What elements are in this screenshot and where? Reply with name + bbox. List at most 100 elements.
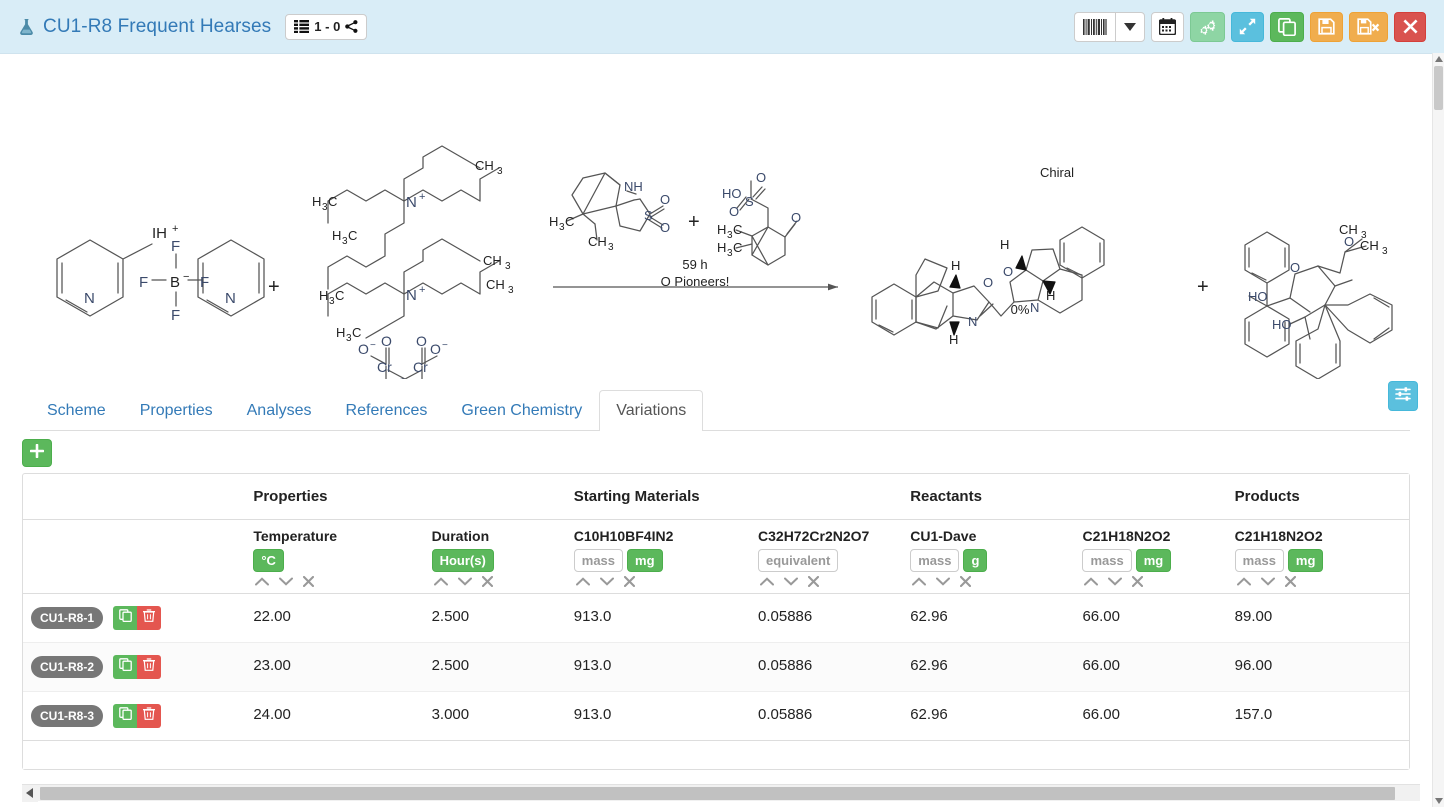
- chevron-up-icon[interactable]: [1084, 577, 1098, 586]
- remove-x-icon[interactable]: [808, 576, 819, 587]
- tab-variations[interactable]: Variations: [599, 390, 703, 431]
- tab-references[interactable]: References: [329, 390, 445, 431]
- svg-text:O: O: [1003, 264, 1013, 279]
- svg-text:CH: CH: [1339, 222, 1358, 237]
- cell-temperature[interactable]: 22.00: [245, 594, 423, 643]
- unit-toggle-g[interactable]: g: [963, 549, 987, 572]
- cell-c32h72cr2n2o7[interactable]: 0.05886: [750, 643, 902, 692]
- chevron-down-icon[interactable]: [279, 577, 293, 586]
- table-row[interactable]: CU1-R8-2: [23, 643, 1409, 692]
- unit-toggle-mass[interactable]: mass: [1235, 549, 1284, 572]
- cell-c21h18n2o2-reactant[interactable]: 66.00: [1074, 692, 1226, 741]
- unit-toggle-mass[interactable]: mass: [1082, 549, 1131, 572]
- unit-toggle-celsius[interactable]: °C: [253, 549, 284, 572]
- cell-c32h72cr2n2o7[interactable]: 0.05886: [750, 692, 902, 741]
- delete-row-button[interactable]: [137, 655, 161, 679]
- chevron-down-icon[interactable]: [1261, 577, 1275, 586]
- svg-text:H: H: [1046, 288, 1055, 303]
- cell-duration[interactable]: 3.000: [424, 692, 566, 741]
- unit-toggle-equivalent[interactable]: equivalent: [758, 549, 838, 572]
- row-label-cell: CU1-R8-1: [23, 594, 245, 643]
- cell-c10h10bf4in2[interactable]: 913.0: [566, 692, 750, 741]
- cell-c10h10bf4in2[interactable]: 913.0: [566, 594, 750, 643]
- cell-c21h18n2o2-product[interactable]: 157.0: [1227, 692, 1409, 741]
- unit-toggle-hours[interactable]: Hour(s): [432, 549, 494, 572]
- cell-cu1-dave[interactable]: 62.96: [902, 643, 1074, 692]
- settings-button[interactable]: [1190, 12, 1225, 42]
- copy-icon: [119, 707, 132, 725]
- chevron-down-icon[interactable]: [600, 577, 614, 586]
- chevron-up-icon[interactable]: [434, 577, 448, 586]
- horizontal-scroll-thumb[interactable]: [40, 787, 1395, 800]
- chevron-up-icon[interactable]: [912, 577, 926, 586]
- chevron-up-icon[interactable]: [760, 577, 774, 586]
- duplicate-row-button[interactable]: [113, 606, 137, 630]
- fullscreen-button[interactable]: [1231, 12, 1264, 42]
- cell-c21h18n2o2-reactant[interactable]: 66.00: [1074, 594, 1226, 643]
- remove-x-icon[interactable]: [1285, 576, 1296, 587]
- calendar-button[interactable]: [1151, 12, 1184, 42]
- chevron-up-icon[interactable]: [255, 577, 269, 586]
- delete-row-button[interactable]: [137, 606, 161, 630]
- tab-properties[interactable]: Properties: [123, 390, 230, 431]
- save-button[interactable]: [1310, 12, 1343, 42]
- scroll-down-arrow-icon[interactable]: [1433, 795, 1444, 807]
- chevron-up-icon[interactable]: [576, 577, 590, 586]
- unit-toggle-mg[interactable]: mg: [1136, 549, 1172, 572]
- svg-text:O: O: [756, 170, 766, 185]
- cell-c21h18n2o2-product[interactable]: 89.00: [1227, 594, 1409, 643]
- svg-text:C: C: [565, 214, 574, 229]
- cell-c10h10bf4in2[interactable]: 913.0: [566, 643, 750, 692]
- chevron-down-icon[interactable]: [1108, 577, 1122, 586]
- chevron-down-icon[interactable]: [784, 577, 798, 586]
- tab-scheme[interactable]: Scheme: [30, 390, 123, 431]
- cell-duration[interactable]: 2.500: [424, 643, 566, 692]
- tab-analyses[interactable]: Analyses: [230, 390, 329, 431]
- remove-x-icon[interactable]: [624, 576, 635, 587]
- scroll-left-arrow-icon[interactable]: [22, 785, 38, 802]
- sample-count-badge[interactable]: 1 - 0: [285, 14, 367, 40]
- svg-text:CH: CH: [486, 277, 505, 292]
- barcode-button[interactable]: [1074, 12, 1115, 42]
- table-column-header-row: Temperature °C Duration: [23, 520, 1409, 594]
- cell-temperature[interactable]: 23.00: [245, 643, 423, 692]
- remove-x-icon[interactable]: [482, 576, 493, 587]
- duplicate-row-button[interactable]: [113, 655, 137, 679]
- tab-green-chemistry[interactable]: Green Chemistry: [444, 390, 599, 431]
- copy-button[interactable]: [1270, 12, 1304, 42]
- table-settings-button[interactable]: [1388, 381, 1418, 411]
- scroll-up-arrow-icon[interactable]: [1433, 53, 1444, 65]
- save-and-close-button[interactable]: [1349, 12, 1388, 42]
- remove-x-icon[interactable]: [960, 576, 971, 587]
- chevron-down-icon[interactable]: [936, 577, 950, 586]
- table-row[interactable]: CU1-R8-1: [23, 594, 1409, 643]
- column-name: C21H18N2O2: [1082, 528, 1226, 544]
- remove-x-icon[interactable]: [1132, 576, 1143, 587]
- svg-text:H: H: [312, 194, 321, 209]
- table-row[interactable]: CU1-R8-3: [23, 692, 1409, 741]
- unit-toggle-mg[interactable]: mg: [1288, 549, 1324, 572]
- unit-toggle-mass[interactable]: mass: [910, 549, 959, 572]
- cell-cu1-dave[interactable]: 62.96: [902, 692, 1074, 741]
- unit-toggle-mg[interactable]: mg: [627, 549, 663, 572]
- vertical-scroll-thumb[interactable]: [1434, 66, 1443, 110]
- cell-c21h18n2o2-reactant[interactable]: 66.00: [1074, 643, 1226, 692]
- cell-c21h18n2o2-product[interactable]: 96.00: [1227, 643, 1409, 692]
- cell-c32h72cr2n2o7[interactable]: 0.05886: [750, 594, 902, 643]
- unit-toggle-mass[interactable]: mass: [574, 549, 623, 572]
- add-variation-button[interactable]: [22, 439, 52, 467]
- duplicate-row-button[interactable]: [113, 704, 137, 728]
- cell-duration[interactable]: 2.500: [424, 594, 566, 643]
- chevron-down-icon[interactable]: [458, 577, 472, 586]
- reaction-scheme: N N IH + B − F F F F N + N +: [0, 54, 1432, 379]
- cell-cu1-dave[interactable]: 62.96: [902, 594, 1074, 643]
- delete-row-button[interactable]: [137, 704, 161, 728]
- remove-x-icon[interactable]: [303, 576, 314, 587]
- close-button[interactable]: [1394, 12, 1426, 42]
- vertical-scrollbar[interactable]: [1432, 53, 1444, 807]
- barcode-dropdown-button[interactable]: [1115, 12, 1145, 42]
- chevron-up-icon[interactable]: [1237, 577, 1251, 586]
- horizontal-scrollbar[interactable]: [22, 784, 1420, 801]
- list-icon: [294, 20, 309, 33]
- cell-temperature[interactable]: 24.00: [245, 692, 423, 741]
